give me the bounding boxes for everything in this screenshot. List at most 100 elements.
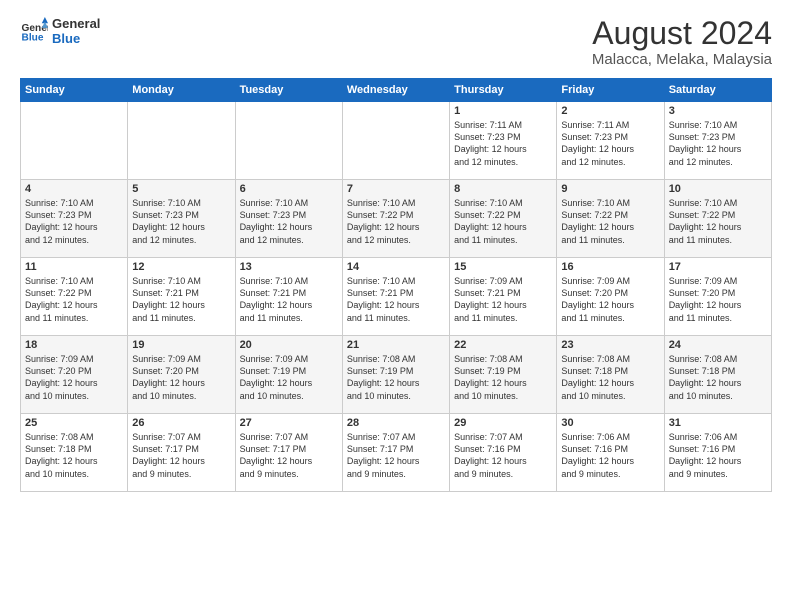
calendar-cell: 21 Sunrise: 7:08 AM Sunset: 7:19 PM Dayli… <box>342 336 449 414</box>
calendar-cell: 16 Sunrise: 7:09 AM Sunset: 7:20 PM Dayli… <box>557 258 664 336</box>
day-info: Sunrise: 7:10 AM Sunset: 7:23 PM Dayligh… <box>240 197 338 246</box>
calendar-cell: 6 Sunrise: 7:10 AM Sunset: 7:23 PM Daylig… <box>235 180 342 258</box>
calendar-cell: 9 Sunrise: 7:10 AM Sunset: 7:22 PM Daylig… <box>557 180 664 258</box>
day-number: 17 <box>669 261 767 273</box>
calendar-cell: 10 Sunrise: 7:10 AM Sunset: 7:22 PM Dayli… <box>664 180 771 258</box>
day-number: 12 <box>132 261 230 273</box>
title-block: August 2024 Malacca, Melaka, Malaysia <box>592 16 772 68</box>
calendar-cell: 30Sunrise: 7:06 AM Sunset: 7:16 PM Dayli… <box>557 414 664 492</box>
day-number: 22 <box>454 339 552 351</box>
day-number: 8 <box>454 183 552 195</box>
day-number: 2 <box>561 105 659 117</box>
day-info: Sunrise: 7:07 AM Sunset: 7:17 PM Dayligh… <box>240 431 338 480</box>
calendar-cell: 5 Sunrise: 7:10 AM Sunset: 7:23 PM Daylig… <box>128 180 235 258</box>
day-info: Sunrise: 7:10 AM Sunset: 7:22 PM Dayligh… <box>561 197 659 246</box>
calendar-cell: 8 Sunrise: 7:10 AM Sunset: 7:22 PM Daylig… <box>450 180 557 258</box>
day-number: 19 <box>132 339 230 351</box>
calendar-cell: 20Sunrise: 7:09 AM Sunset: 7:19 PM Dayli… <box>235 336 342 414</box>
day-info: Sunrise: 7:11 AM Sunset: 7:23 PM Dayligh… <box>561 119 659 168</box>
day-number: 11 <box>25 261 123 273</box>
day-info: Sunrise: 7:11 AM Sunset: 7:23 PM Dayligh… <box>454 119 552 168</box>
day-number: 16 <box>561 261 659 273</box>
calendar-week-row: 25 Sunrise: 7:08 AM Sunset: 7:18 PM Dayli… <box>21 414 772 492</box>
day-number: 25 <box>25 417 123 429</box>
calendar-cell <box>128 102 235 180</box>
day-number: 27 <box>240 417 338 429</box>
day-info: Sunrise: 7:06 AM Sunset: 7:16 PM Dayligh… <box>669 431 767 480</box>
calendar-cell: 12 Sunrise: 7:10 AM Sunset: 7:21 PM Dayli… <box>128 258 235 336</box>
calendar-cell: 25 Sunrise: 7:08 AM Sunset: 7:18 PM Dayli… <box>21 414 128 492</box>
day-info: Sunrise: 7:10 AM Sunset: 7:22 PM Dayligh… <box>454 197 552 246</box>
day-info: Sunrise: 7:07 AM Sunset: 7:16 PM Dayligh… <box>454 431 552 480</box>
calendar-cell: 13 Sunrise: 7:10 AM Sunset: 7:21 PM Dayli… <box>235 258 342 336</box>
weekday-header: Wednesday <box>342 79 449 102</box>
day-number: 23 <box>561 339 659 351</box>
day-info: Sunrise: 7:10 AM Sunset: 7:21 PM Dayligh… <box>132 275 230 324</box>
day-number: 13 <box>240 261 338 273</box>
calendar-cell: 18Sunrise: 7:09 AM Sunset: 7:20 PM Dayli… <box>21 336 128 414</box>
day-number: 9 <box>561 183 659 195</box>
day-info: Sunrise: 7:09 AM Sunset: 7:21 PM Dayligh… <box>454 275 552 324</box>
calendar-cell: 31 Sunrise: 7:06 AM Sunset: 7:16 PM Dayli… <box>664 414 771 492</box>
day-number: 7 <box>347 183 445 195</box>
day-info: Sunrise: 7:08 AM Sunset: 7:18 PM Dayligh… <box>25 431 123 480</box>
calendar-cell: 27 Sunrise: 7:07 AM Sunset: 7:17 PM Dayli… <box>235 414 342 492</box>
calendar-cell: 19Sunrise: 7:09 AM Sunset: 7:20 PM Dayli… <box>128 336 235 414</box>
calendar-cell: 17Sunrise: 7:09 AM Sunset: 7:20 PM Dayli… <box>664 258 771 336</box>
page-header: General Blue General Blue August 2024 Ma… <box>20 16 772 68</box>
calendar-cell: 4Sunrise: 7:10 AM Sunset: 7:23 PM Daylig… <box>21 180 128 258</box>
day-number: 31 <box>669 417 767 429</box>
day-info: Sunrise: 7:09 AM Sunset: 7:20 PM Dayligh… <box>25 353 123 402</box>
weekday-header: Tuesday <box>235 79 342 102</box>
day-info: Sunrise: 7:10 AM Sunset: 7:23 PM Dayligh… <box>132 197 230 246</box>
calendar-cell: 22Sunrise: 7:08 AM Sunset: 7:19 PM Dayli… <box>450 336 557 414</box>
day-number: 28 <box>347 417 445 429</box>
calendar-cell: 7 Sunrise: 7:10 AM Sunset: 7:22 PM Daylig… <box>342 180 449 258</box>
day-info: Sunrise: 7:10 AM Sunset: 7:21 PM Dayligh… <box>347 275 445 324</box>
day-info: Sunrise: 7:10 AM Sunset: 7:22 PM Dayligh… <box>669 197 767 246</box>
calendar-cell <box>21 102 128 180</box>
calendar-cell: 1 Sunrise: 7:11 AM Sunset: 7:23 PM Daylig… <box>450 102 557 180</box>
day-info: Sunrise: 7:10 AM Sunset: 7:22 PM Dayligh… <box>347 197 445 246</box>
day-info: Sunrise: 7:10 AM Sunset: 7:23 PM Dayligh… <box>669 119 767 168</box>
day-number: 15 <box>454 261 552 273</box>
day-number: 30 <box>561 417 659 429</box>
calendar-cell: 3 Sunrise: 7:10 AM Sunset: 7:23 PM Daylig… <box>664 102 771 180</box>
page-subtitle: Malacca, Melaka, Malaysia <box>592 51 772 68</box>
day-number: 14 <box>347 261 445 273</box>
logo-blue: Blue <box>52 31 100 46</box>
calendar-table: SundayMondayTuesdayWednesdayThursdayFrid… <box>20 78 772 492</box>
calendar-cell: 29 Sunrise: 7:07 AM Sunset: 7:16 PM Dayli… <box>450 414 557 492</box>
day-info: Sunrise: 7:08 AM Sunset: 7:19 PM Dayligh… <box>347 353 445 402</box>
weekday-header: Thursday <box>450 79 557 102</box>
calendar-cell: 26Sunrise: 7:07 AM Sunset: 7:17 PM Dayli… <box>128 414 235 492</box>
day-number: 6 <box>240 183 338 195</box>
day-number: 24 <box>669 339 767 351</box>
logo: General Blue General Blue <box>20 16 100 46</box>
calendar-week-row: 1 Sunrise: 7:11 AM Sunset: 7:23 PM Daylig… <box>21 102 772 180</box>
calendar-cell: 24 Sunrise: 7:08 AM Sunset: 7:18 PM Dayli… <box>664 336 771 414</box>
day-info: Sunrise: 7:10 AM Sunset: 7:21 PM Dayligh… <box>240 275 338 324</box>
day-info: Sunrise: 7:08 AM Sunset: 7:18 PM Dayligh… <box>561 353 659 402</box>
calendar-cell: 15 Sunrise: 7:09 AM Sunset: 7:21 PM Dayli… <box>450 258 557 336</box>
day-number: 21 <box>347 339 445 351</box>
day-number: 29 <box>454 417 552 429</box>
calendar-header-row: SundayMondayTuesdayWednesdayThursdayFrid… <box>21 79 772 102</box>
day-info: Sunrise: 7:10 AM Sunset: 7:23 PM Dayligh… <box>25 197 123 246</box>
day-info: Sunrise: 7:09 AM Sunset: 7:19 PM Dayligh… <box>240 353 338 402</box>
day-number: 10 <box>669 183 767 195</box>
day-number: 3 <box>669 105 767 117</box>
calendar-cell: 2 Sunrise: 7:11 AM Sunset: 7:23 PM Daylig… <box>557 102 664 180</box>
day-number: 1 <box>454 105 552 117</box>
weekday-header: Saturday <box>664 79 771 102</box>
page-title: August 2024 <box>592 16 772 51</box>
day-info: Sunrise: 7:08 AM Sunset: 7:18 PM Dayligh… <box>669 353 767 402</box>
day-number: 26 <box>132 417 230 429</box>
weekday-header: Sunday <box>21 79 128 102</box>
calendar-cell <box>342 102 449 180</box>
calendar-week-row: 4Sunrise: 7:10 AM Sunset: 7:23 PM Daylig… <box>21 180 772 258</box>
calendar-cell: 28Sunrise: 7:07 AM Sunset: 7:17 PM Dayli… <box>342 414 449 492</box>
day-number: 5 <box>132 183 230 195</box>
day-info: Sunrise: 7:09 AM Sunset: 7:20 PM Dayligh… <box>561 275 659 324</box>
calendar-cell: 23 Sunrise: 7:08 AM Sunset: 7:18 PM Dayli… <box>557 336 664 414</box>
